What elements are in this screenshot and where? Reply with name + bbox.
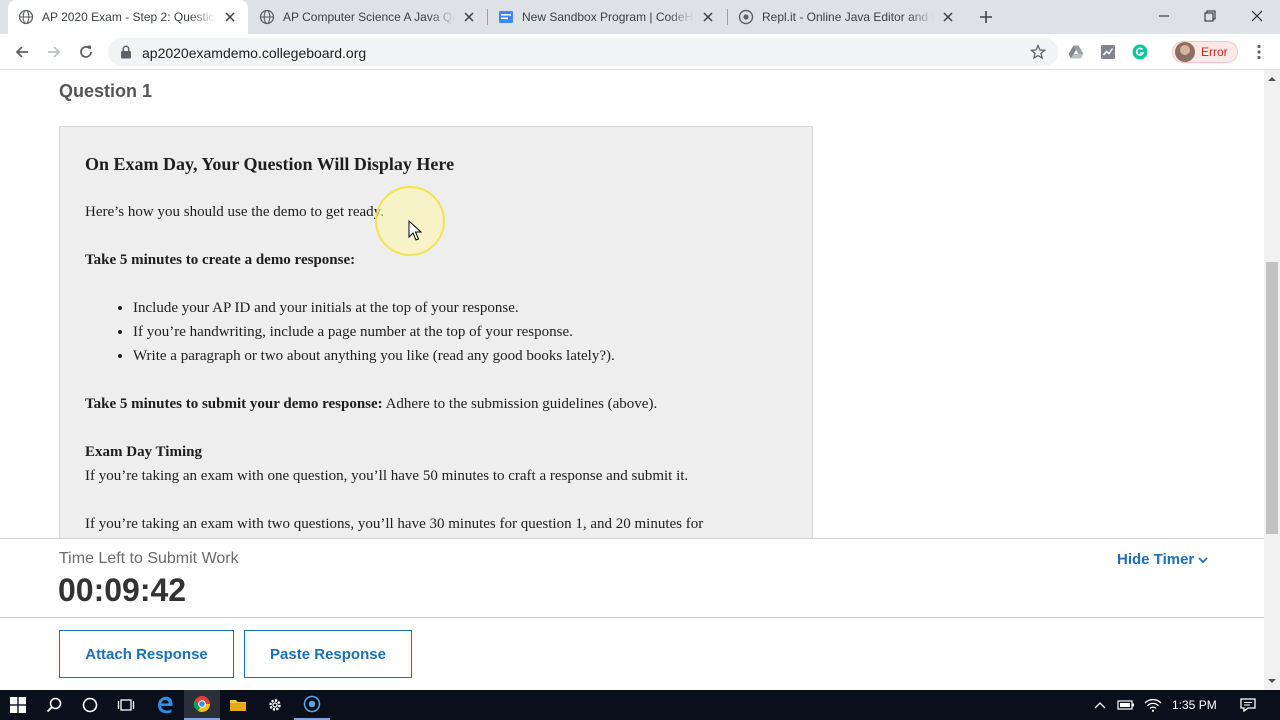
back-button[interactable] bbox=[8, 38, 36, 66]
minimize-window-button[interactable] bbox=[1141, 0, 1187, 32]
cortana-button[interactable] bbox=[72, 690, 108, 720]
paste-response-button[interactable]: Paste Response bbox=[244, 630, 412, 678]
question-heading: On Exam Day, Your Question Will Display … bbox=[85, 154, 455, 174]
profile-error-chip[interactable]: Error bbox=[1172, 41, 1238, 63]
list-item: If you’re handwriting, include a page nu… bbox=[133, 322, 615, 346]
timing-heading: Exam Day Timing bbox=[85, 444, 202, 460]
settings-taskbar-icon[interactable] bbox=[257, 690, 293, 720]
hide-timer-button[interactable]: Hide Timer bbox=[1117, 551, 1208, 568]
response-action-bar: Attach Response Paste Response bbox=[0, 618, 1264, 690]
tab-codehs[interactable]: New Sandbox Program | CodeHS bbox=[488, 0, 726, 34]
drive-extension-icon[interactable] bbox=[1062, 38, 1090, 66]
chevron-down-icon bbox=[1198, 556, 1208, 563]
start-button[interactable] bbox=[0, 690, 36, 720]
chrome-taskbar-icon[interactable] bbox=[184, 690, 220, 720]
question-title: Question 1 bbox=[59, 81, 153, 101]
more-vertical-icon bbox=[1257, 44, 1261, 60]
wifi-icon[interactable] bbox=[1140, 690, 1166, 720]
profile-status-label: Error bbox=[1201, 45, 1228, 59]
scroll-down-arrow-icon bbox=[1268, 679, 1276, 683]
list-item: Write a paragraph or two about anything … bbox=[133, 346, 615, 370]
scroll-up-arrow-icon bbox=[1268, 77, 1276, 81]
close-tab-icon[interactable] bbox=[698, 7, 718, 27]
timing-one-question: If you’re taking an exam with one questi… bbox=[85, 468, 689, 484]
restore-window-button[interactable] bbox=[1187, 0, 1233, 32]
restore-icon bbox=[1204, 10, 1216, 22]
search-icon bbox=[46, 697, 62, 713]
bookmark-star-icon[interactable] bbox=[1029, 43, 1047, 65]
hide-timer-label: Hide Timer bbox=[1117, 551, 1195, 568]
show-hidden-icons-button[interactable] bbox=[1088, 690, 1112, 720]
scrollbar-thumb[interactable] bbox=[1266, 262, 1278, 534]
lock-icon bbox=[120, 45, 132, 64]
new-tab-button[interactable] bbox=[976, 7, 996, 27]
tab-title: AP 2020 Exam - Step 2: Question bbox=[42, 10, 216, 24]
cortana-circle-icon bbox=[82, 697, 98, 713]
step2-paragraph: Take 5 minutes to submit your demo respo… bbox=[85, 396, 657, 413]
mouse-pointer-icon bbox=[408, 220, 422, 241]
instruction-list: Include your AP ID and your initials at … bbox=[133, 298, 615, 370]
chevron-up-icon bbox=[1094, 702, 1106, 709]
close-icon bbox=[1251, 10, 1263, 22]
replit-icon bbox=[738, 9, 754, 25]
gear-icon bbox=[269, 699, 281, 711]
edge-taskbar-icon[interactable] bbox=[147, 690, 183, 720]
notifications-button[interactable] bbox=[1236, 690, 1260, 720]
browser-menu-button[interactable] bbox=[1245, 38, 1273, 66]
back-arrow-icon bbox=[15, 46, 28, 58]
close-window-button[interactable] bbox=[1234, 0, 1280, 32]
close-tab-icon[interactable] bbox=[938, 7, 958, 27]
globe-icon bbox=[18, 9, 34, 25]
browser-tab-strip: AP 2020 Exam - Step 2: Question AP Compu… bbox=[0, 0, 1280, 34]
attach-response-button[interactable]: Attach Response bbox=[59, 630, 234, 678]
taskbar-clock[interactable]: 1:35 PM bbox=[1172, 698, 1217, 712]
step2-title: Take 5 minutes to submit your demo respo… bbox=[85, 396, 383, 412]
chart-extension-icon[interactable] bbox=[1094, 38, 1122, 66]
intro-text: Here’s how you should use the demo to ge… bbox=[85, 204, 384, 220]
tab-title: New Sandbox Program | CodeHS bbox=[522, 10, 694, 24]
globe-icon bbox=[259, 9, 275, 25]
list-item: Include your AP ID and your initials at … bbox=[133, 298, 615, 322]
step2-text: Adhere to the submission guidelines (abo… bbox=[382, 396, 658, 412]
codehs-icon bbox=[498, 9, 514, 25]
tab-ap-csa-quiz[interactable]: AP Computer Science A Java Qui bbox=[249, 0, 487, 34]
forward-arrow-icon bbox=[48, 46, 61, 58]
address-bar[interactable]: ap2020examdemo.collegeboard.org bbox=[108, 38, 1058, 66]
reload-icon bbox=[80, 45, 92, 58]
plus-icon bbox=[980, 11, 992, 23]
battery-icon[interactable] bbox=[1113, 690, 1139, 720]
timer-label: Time Left to Submit Work bbox=[59, 550, 239, 567]
file-explorer-taskbar-icon[interactable] bbox=[220, 690, 256, 720]
exam-page-content: Question 1 On Exam Day, Your Question Wi… bbox=[0, 70, 1264, 538]
task-view-icon bbox=[117, 699, 135, 711]
page-scrollbar[interactable] bbox=[1264, 70, 1280, 690]
close-tab-icon[interactable] bbox=[220, 7, 240, 27]
close-tab-icon[interactable] bbox=[459, 7, 479, 27]
forward-button[interactable] bbox=[40, 38, 68, 66]
search-button[interactable] bbox=[36, 690, 72, 720]
timer-panel: Time Left to Submit Work 00:09:42 Hide T… bbox=[0, 538, 1264, 618]
step1-title: Take 5 minutes to create a demo response… bbox=[85, 252, 356, 268]
tab-title: Repl.it - Online Java Editor and IDE bbox=[762, 10, 934, 24]
url-text: ap2020examdemo.collegeboard.org bbox=[142, 45, 367, 61]
timer-value: 00:09:42 bbox=[58, 572, 187, 608]
tab-title: AP Computer Science A Java Qui bbox=[283, 10, 455, 24]
action-center-icon bbox=[1240, 698, 1256, 712]
tab-ap-exam[interactable]: AP 2020 Exam - Step 2: Question bbox=[8, 0, 248, 34]
question-box: On Exam Day, Your Question Will Display … bbox=[59, 126, 813, 538]
grammarly-icon[interactable] bbox=[1126, 38, 1154, 66]
browser-toolbar: ap2020examdemo.collegeboard.org bbox=[0, 34, 1280, 70]
recorder-taskbar-icon[interactable] bbox=[294, 690, 330, 720]
reload-button[interactable] bbox=[72, 38, 100, 66]
timing-two-questions: If you’re taking an exam with two questi… bbox=[85, 516, 704, 532]
windows-logo-icon bbox=[10, 697, 26, 713]
minimize-icon bbox=[1159, 15, 1169, 17]
task-view-button[interactable] bbox=[108, 690, 144, 720]
windows-taskbar: 1:35 PM bbox=[0, 690, 1280, 720]
tab-replit[interactable]: Repl.it - Online Java Editor and IDE bbox=[728, 0, 966, 34]
avatar bbox=[1175, 42, 1195, 62]
